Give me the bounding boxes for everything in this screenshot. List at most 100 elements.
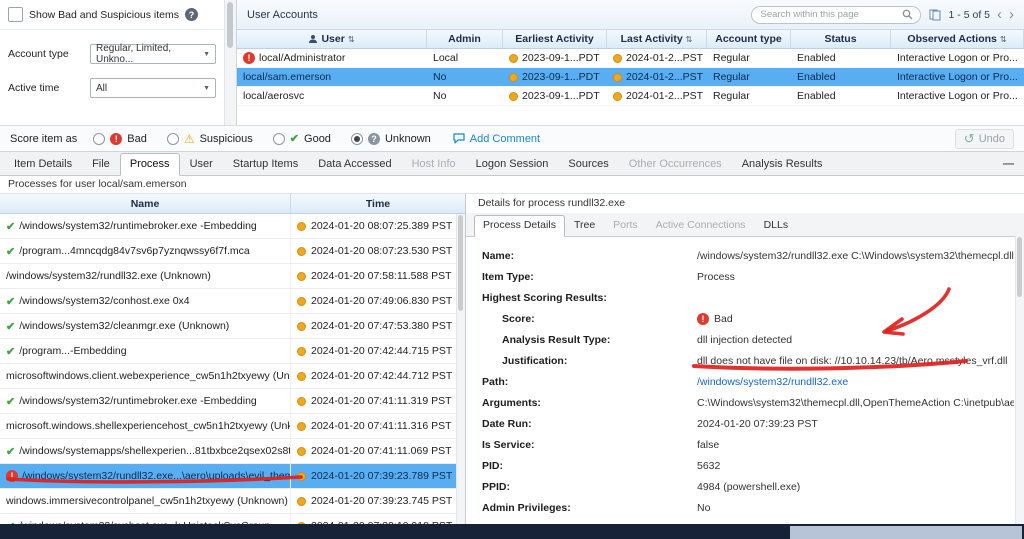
tab-process[interactable]: Process: [120, 153, 180, 176]
account-status: Enabled: [791, 87, 891, 105]
score-bar: Score item as !Bad ⚠Suspicious ✔Good ?Unkno…: [0, 126, 1024, 152]
details-scrollbar[interactable]: [1015, 236, 1024, 524]
help-icon[interactable]: ?: [185, 8, 198, 21]
details-title: Details for process rundll32.exe: [466, 194, 1024, 213]
radio-suspicious[interactable]: [167, 133, 179, 145]
accounts-header: User Accounts 1 - 5 of 5 ‹ ›: [237, 0, 1024, 30]
account-observed: Interactive Logon or Pro...: [891, 68, 1024, 86]
scrollbar-thumb[interactable]: [227, 2, 233, 48]
column-header-observed-actions[interactable]: Observed Actions⇅: [891, 30, 1024, 48]
score-option-bad[interactable]: !Bad: [93, 133, 147, 145]
search-box: [751, 6, 921, 24]
account-row[interactable]: local/aerosvcNo2023-09-1...PDT2024-01-2.…: [237, 87, 1024, 106]
chevron-down-icon: ▼: [203, 51, 210, 58]
process-row[interactable]: !/windows/system32/rundll32.exe...\aero\…: [0, 464, 465, 489]
detail-field-pid: PID:5632: [482, 455, 1014, 476]
score-option-label: Unknown: [385, 133, 431, 145]
time-score-icon: [509, 92, 518, 101]
process-time: 2024-01-20 07:39:23.789 PST: [311, 470, 452, 482]
radio-unknown[interactable]: [351, 133, 363, 145]
tab-item-details[interactable]: Item Details: [4, 153, 82, 176]
process-row[interactable]: ✔ /windows/system32/runtimebroker.exe -Em…: [0, 389, 465, 414]
process-row[interactable]: ✔/windows/system32/conhost.exe 0x42024-0…: [0, 289, 465, 314]
scrollbar-thumb[interactable]: [1017, 237, 1022, 297]
process-column-name[interactable]: Name: [0, 194, 290, 213]
process-time-cell: 2024-01-20 07:41:11.319 PST: [290, 389, 465, 413]
process-panel: Name Time ✔ /windows/system32/runtimebrok…: [0, 194, 466, 524]
active-time-filter: Active time All ▼: [8, 78, 216, 98]
accounts-panel: User Accounts 1 - 5 of 5 ‹ › User⇅AdminE…: [237, 0, 1024, 125]
add-comment-button[interactable]: Add Comment: [453, 133, 540, 145]
process-row[interactable]: microsoftwindows.client.webexperience_cw…: [0, 364, 465, 389]
detail-field-name: Name:/windows/system32/rundll32.exe C:\W…: [482, 245, 1014, 266]
process-time-cell: 2024-01-20 08:07:25.389 PST: [290, 214, 465, 238]
detail-value: 2024-01-20 07:39:23 PST: [697, 418, 1014, 430]
tab-data-accessed[interactable]: Data Accessed: [308, 153, 401, 176]
process-column-time[interactable]: Time: [290, 194, 465, 213]
scrollbar-thumb[interactable]: [458, 215, 463, 311]
process-row[interactable]: ✔/program...4mncqdg84v7sv6p7yznqwssy6f7f…: [0, 239, 465, 264]
score-option-suspicious[interactable]: ⚠Suspicious: [167, 132, 253, 146]
tab-sources[interactable]: Sources: [558, 153, 618, 176]
filter-panel-scrollbar[interactable]: [224, 0, 237, 125]
detail-value: dll injection detected: [697, 334, 1014, 346]
process-scrollbar[interactable]: [456, 214, 465, 524]
account-user-cell: local/sam.emerson: [237, 68, 427, 86]
prev-page-button[interactable]: ‹: [997, 7, 1002, 22]
column-header-earliest-activity[interactable]: Earliest Activity: [503, 30, 607, 48]
score-option-unknown[interactable]: ?Unknown: [351, 133, 431, 145]
tab-file[interactable]: File: [82, 153, 120, 176]
details-tab-process-details[interactable]: Process Details: [474, 215, 565, 237]
tab-logon-session[interactable]: Logon Session: [466, 153, 559, 176]
process-row[interactable]: /windows/system32/rundll32.exe (Unknown)…: [0, 264, 465, 289]
good-score-icon: ✔: [6, 395, 15, 408]
process-row[interactable]: microsoft.windows.shellexperiencehost_cw…: [0, 414, 465, 439]
process-row[interactable]: ✔/windows/system32/runtimebroker.exe -Em…: [0, 214, 465, 239]
tab-startup-items[interactable]: Startup Items: [223, 153, 308, 176]
details-panel: Details for process rundll32.exe Process…: [466, 194, 1024, 524]
radio-good[interactable]: [273, 133, 285, 145]
process-name-cell: microsoftwindows.client.webexperience_cw…: [0, 364, 290, 388]
process-time-cell: 2024-01-20 07:49:06.830 PST: [290, 289, 465, 313]
radio-bad[interactable]: [93, 133, 105, 145]
good-score-icon: ✔: [290, 132, 299, 145]
detail-value[interactable]: /windows/system32/rundll32.exe: [697, 376, 1014, 388]
time-score-icon: [613, 92, 622, 101]
process-row[interactable]: ✔/windows/system32/cleanmgr.exe (Unknown…: [0, 314, 465, 339]
account-type: Regular: [707, 68, 791, 86]
column-header-admin[interactable]: Admin: [427, 30, 503, 48]
column-header-last-activity[interactable]: Last Activity⇅: [607, 30, 707, 48]
column-header-account-type[interactable]: Account type: [707, 30, 791, 48]
details-tab-dlls[interactable]: DLLs: [755, 215, 798, 237]
process-row[interactable]: ✔/windows/system32/svchost.exe -k Unista…: [0, 514, 465, 524]
details-tab-tree[interactable]: Tree: [565, 215, 604, 237]
process-name-cell: !/windows/system32/rundll32.exe...\aero\…: [0, 464, 290, 488]
tab-user[interactable]: User: [180, 153, 223, 176]
detail-label: Arguments:: [482, 397, 697, 409]
score-bar-label: Score item as: [10, 133, 77, 145]
next-page-button[interactable]: ›: [1009, 7, 1014, 22]
bad-score-icon: !: [697, 313, 709, 325]
account-row[interactable]: !local/AdministratorLocal2023-09-1...PDT…: [237, 49, 1024, 68]
good-score-icon: ✔: [6, 445, 15, 458]
minimize-icon[interactable]: —: [1003, 158, 1014, 170]
process-name: /windows/system32/runtimebroker.exe -Emb…: [19, 395, 257, 407]
process-subtitle: Processes for user local/sam.emerson: [0, 176, 1024, 193]
column-header-status[interactable]: Status: [791, 30, 891, 48]
search-input[interactable]: [759, 8, 898, 21]
score-option-good[interactable]: ✔Good: [273, 132, 331, 145]
process-row[interactable]: ✔/windows/systemapps/shellexperien...81t…: [0, 439, 465, 464]
score-option-label: Bad: [127, 133, 147, 145]
account-type-dropdown[interactable]: Regular, Limited, Unkno... ▼: [90, 44, 216, 64]
process-row[interactable]: windows.immersivecontrolpanel_cw5n1h2txy…: [0, 489, 465, 514]
process-row[interactable]: ✔/program...-Embedding2024-01-20 07:42:4…: [0, 339, 465, 364]
column-header-user[interactable]: User⇅: [237, 30, 427, 48]
show-bad-label: Show Bad and Suspicious items: [29, 9, 179, 21]
process-table-body: ✔ /windows/system32/runtimebroker.exe -Em…: [0, 214, 465, 524]
undo-button[interactable]: ↺ Undo: [955, 129, 1014, 149]
bad-score-icon: !: [6, 470, 18, 482]
account-row[interactable]: local/sam.emersonNo2023-09-1...PDT2024-0…: [237, 68, 1024, 87]
active-time-dropdown[interactable]: All ▼: [90, 78, 216, 98]
tab-analysis-results[interactable]: Analysis Results: [732, 153, 833, 176]
show-bad-checkbox[interactable]: [8, 7, 23, 22]
